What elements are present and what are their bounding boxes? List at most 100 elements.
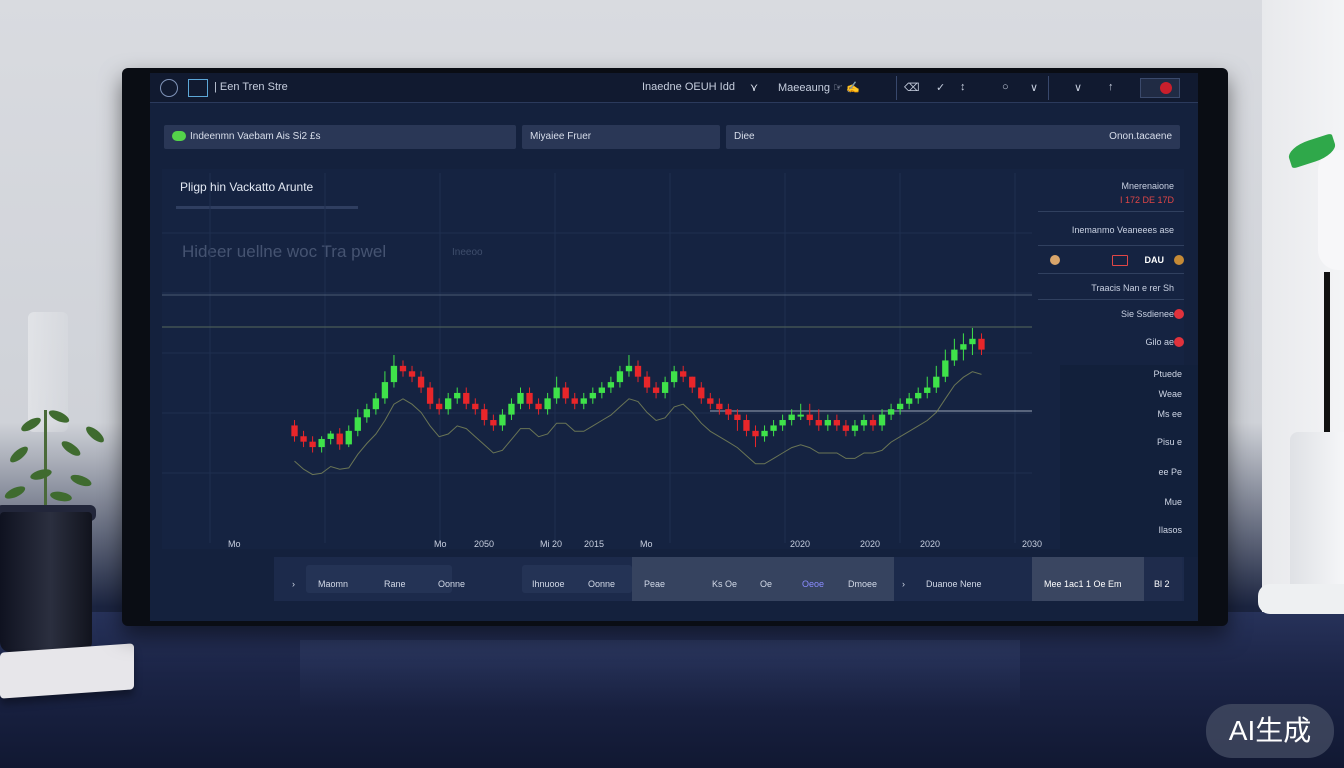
candle-body: [300, 436, 307, 442]
candle-body: [435, 403, 443, 410]
vase: [1290, 432, 1344, 602]
candle-body: [499, 414, 506, 426]
ai-generated-badge: AI生成: [1206, 704, 1334, 758]
lower-item[interactable]: Weae: [1159, 389, 1182, 399]
candle-body: [652, 387, 660, 393]
candle-body: [933, 376, 940, 388]
side-header-red: I 172 DE 17D: [1119, 195, 1174, 205]
bottom-btn-7[interactable]: Ks Oe: [712, 579, 737, 589]
x-tick: Mo: [640, 539, 653, 549]
candle-body: [445, 398, 452, 410]
candle-body: [797, 414, 804, 417]
candle-body: [842, 425, 850, 431]
x-tick: 2020: [790, 539, 811, 549]
candle-body: [725, 409, 732, 415]
candle-body: [399, 365, 407, 372]
candle-body: [942, 360, 949, 377]
lower-item[interactable]: Ilasos: [1158, 525, 1182, 535]
candle-body: [851, 425, 859, 431]
candle-body: [869, 420, 877, 426]
candle-body: [426, 387, 434, 404]
candle-body: [815, 420, 822, 426]
candle-body: [291, 425, 298, 437]
candle-body: [517, 392, 524, 404]
candle-body: [589, 392, 596, 399]
x-tick: Mo: [434, 539, 447, 549]
lower-item[interactable]: Ms ee: [1157, 409, 1182, 419]
candle-body: [372, 398, 380, 410]
candle-body: [336, 433, 343, 445]
candle-body: [752, 430, 759, 437]
bottom-btn-1[interactable]: Maomn: [318, 579, 348, 589]
candle-body: [951, 349, 958, 361]
candle-body: [896, 403, 904, 410]
lower-item[interactable]: Ptuede: [1153, 369, 1182, 379]
moving-average-line: [294, 371, 982, 476]
side-row-1[interactable]: Inemanmo Veaneees ase: [1072, 225, 1174, 235]
x-tick: 2020: [920, 539, 941, 549]
arrow-icon[interactable]: ›: [902, 579, 905, 589]
flag-icon[interactable]: [1112, 255, 1128, 266]
bottom-btn-2[interactable]: Rane: [384, 579, 406, 589]
bottom-btn-8[interactable]: Oe: [760, 579, 772, 589]
side-row-3[interactable]: Traacis Nan e rer Sh: [1091, 283, 1174, 293]
candle-body: [381, 382, 389, 399]
candle-body: [643, 376, 651, 388]
candle-body: [363, 409, 370, 418]
candle-body: [463, 392, 470, 404]
side-red-icon: [1174, 337, 1184, 347]
x-tick: 2030: [1022, 539, 1043, 549]
candle-body: [472, 403, 479, 410]
desk-reflection: [300, 640, 1020, 710]
candle-body: [788, 414, 795, 421]
candle-body: [634, 365, 642, 377]
bottom-btn-12[interactable]: Mee 1ac1 1 Oe Em: [1044, 579, 1122, 589]
side-orange-icon: [1050, 255, 1060, 265]
bottom-btn-13[interactable]: Bl 2: [1154, 579, 1170, 589]
bottom-btn-10[interactable]: Dmoee: [848, 579, 877, 589]
candle-body: [625, 365, 633, 372]
trading-screen: | Een Tren Stre Inaedne OEUH Idd ⋎ Maeea…: [150, 73, 1198, 621]
candle-body: [481, 409, 488, 421]
candle-body: [354, 417, 361, 431]
candle-body: [390, 365, 398, 383]
x-tick: 2015: [584, 539, 605, 549]
x-tick: Mi 20: [540, 539, 563, 549]
bottom-btn-9[interactable]: Oeoe: [802, 579, 824, 589]
candle-body: [535, 403, 542, 410]
candle-body: [978, 338, 985, 350]
side-red-icon: [1174, 309, 1184, 319]
side-gold-icon: [1174, 255, 1184, 265]
side-row-2[interactable]: DAU: [1145, 255, 1165, 265]
candle-body: [309, 441, 316, 448]
candle-body: [544, 398, 551, 410]
lower-item[interactable]: Mue: [1164, 497, 1182, 507]
chevron-icon[interactable]: ›: [292, 579, 295, 589]
side-row-5[interactable]: Gilo ae: [1145, 337, 1174, 347]
notebook: [0, 643, 134, 699]
candle-body: [860, 420, 868, 426]
candle-body: [670, 371, 678, 383]
divider: [1038, 211, 1184, 212]
candle-body: [960, 344, 967, 350]
bottom-btn-6[interactable]: Peae: [644, 579, 665, 589]
bottom-btn-11[interactable]: Duanoe Nene: [926, 579, 982, 589]
candle-body: [743, 420, 750, 431]
bottom-btn-4[interactable]: Ihnuooe: [532, 579, 565, 589]
candle-body: [526, 392, 533, 404]
candle-body: [698, 387, 705, 399]
candle-body: [598, 387, 606, 393]
candle-body: [571, 398, 578, 404]
bottom-btn-5[interactable]: Oonne: [588, 579, 615, 589]
candle-body: [716, 403, 723, 410]
lower-item[interactable]: Pisu e: [1157, 437, 1182, 447]
candle-body: [924, 387, 931, 393]
candle-body: [562, 387, 569, 399]
candle-body: [661, 382, 669, 393]
bottom-btn-3[interactable]: Oonne: [438, 579, 465, 589]
candle-body: [490, 420, 497, 426]
candle-body: [318, 438, 325, 448]
x-tick: 2020: [860, 539, 881, 549]
side-row-4[interactable]: Sie Ssdienee: [1121, 309, 1174, 319]
lower-item[interactable]: ee Pe: [1158, 467, 1182, 477]
